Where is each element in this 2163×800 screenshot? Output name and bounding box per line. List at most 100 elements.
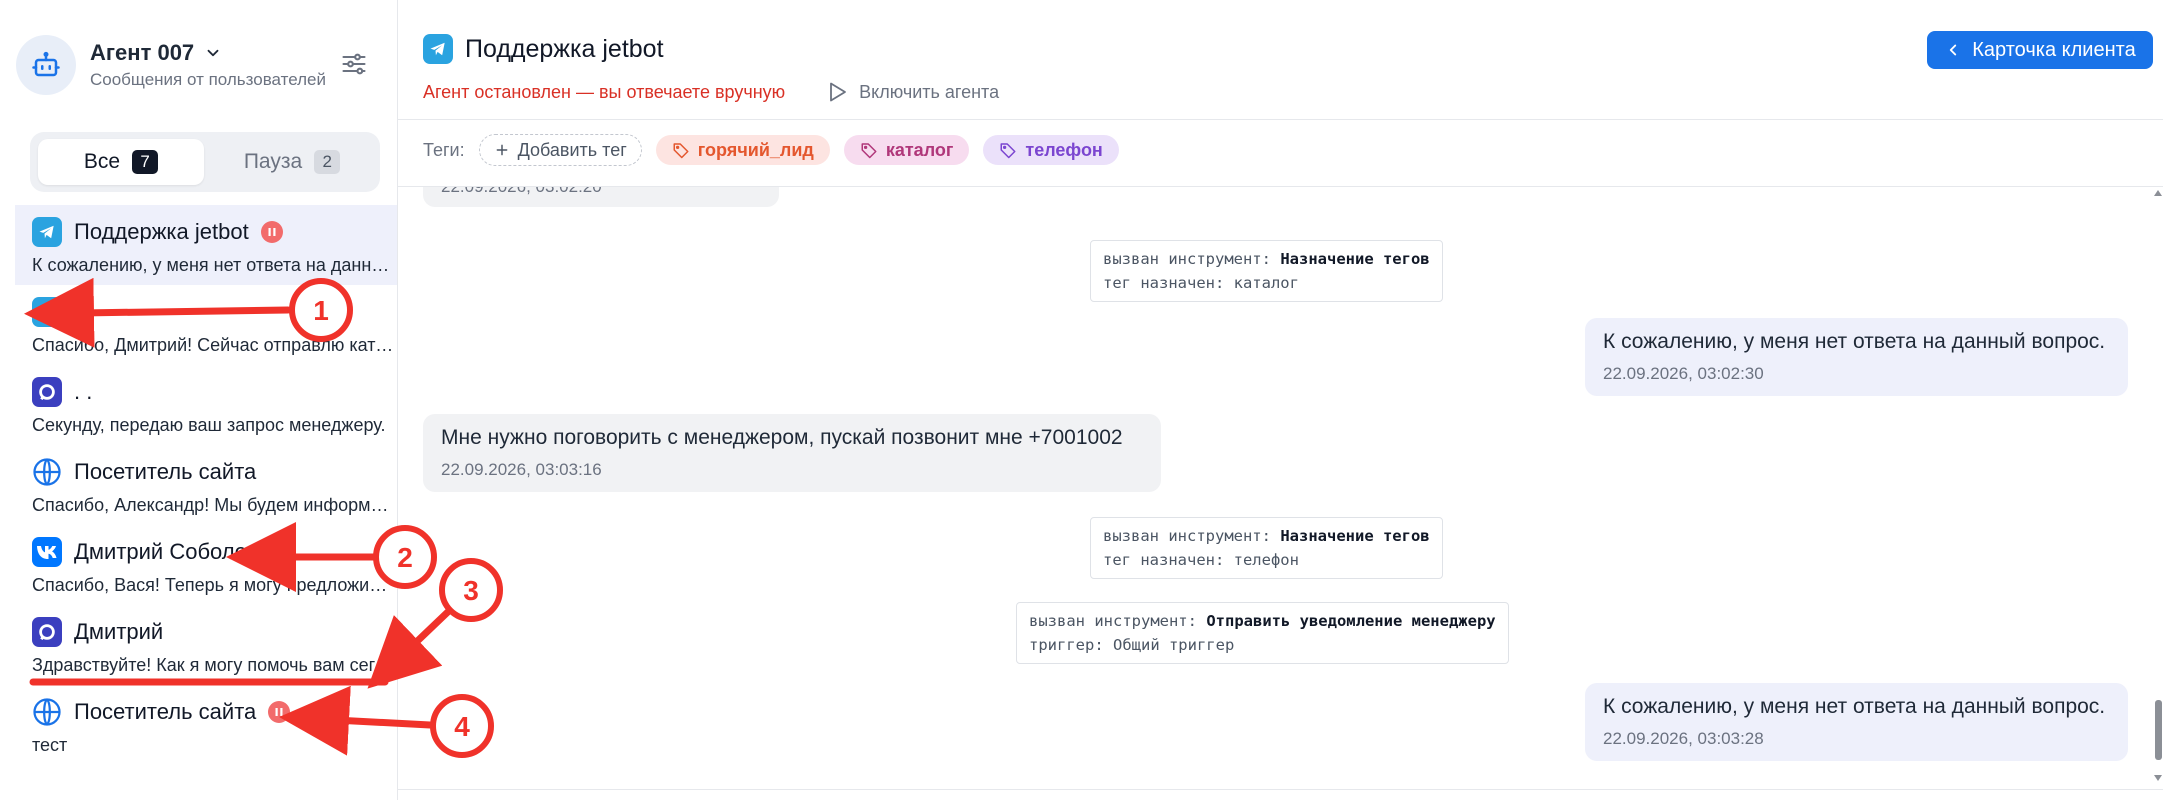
chat-name: Посетитель сайта [74,699,257,724]
scroll-down-icon[interactable] [2153,774,2163,782]
tab-pause-label: Пауза [243,150,303,173]
enable-agent-label: Включить агента [859,81,1000,102]
tag-icon [1000,143,1016,159]
tool-call-label: вызван инструмент: [1103,527,1271,545]
tab-pause[interactable]: Пауза 2 [210,139,374,185]
chat-list-item[interactable]: Дмитрий Здравствуйте! Как я могу помочь … [15,605,397,685]
tool-call-label: вызван инструмент: [1029,612,1197,630]
client-card-label: Карточка клиента [1972,38,2136,61]
agent-selector[interactable]: Агент 007 [90,40,222,66]
tool-call-card: вызван инструмент: Отправить уведомление… [1016,602,1509,664]
tag-icon [673,143,689,159]
chat-title-row: Поддержка jetbot [423,34,664,64]
chat-preview: Спасибо, Дмитрий! Сейчас отправлю катало… [32,335,394,355]
message-time: 22.09.2026, 03:02:30 [1603,364,1764,383]
tool-call-card: вызван инструмент: Назначение тегов тег … [1090,517,1443,579]
agent-stopped-status: Агент остановлен — вы отвечаете вручную [423,81,786,102]
tags-label: Теги: [423,139,465,160]
tool-call-label: вызван инструмент: [1103,250,1271,268]
tool-call-name: Назначение тегов [1280,250,1430,268]
globe-icon [32,457,62,487]
message-outgoing: К сожалению, у меня нет ответа на данный… [1585,683,2128,761]
message-time: 22.09.2026, 03:02:20 [441,187,761,197]
filter-settings-icon[interactable] [340,50,368,78]
chat-main: Поддержка jetbot Агент остановлен — вы о… [398,0,2163,800]
message-thread: 22.09.2026, 03:02:20 вызван инструмент: … [398,187,2163,790]
chat-list-item[interactable]: Посетитель сайта Спасибо, Александр! Мы … [15,445,397,525]
chevron-left-icon [1950,44,1957,56]
chat-preview: тест [32,735,68,755]
message-outgoing: К сожалению, у меня нет ответа на данный… [1585,318,2128,396]
tab-all-count: 7 [132,150,159,174]
agent-header: Агент 007 Сообщения от пользователей [16,34,386,98]
scroll-up-icon[interactable] [2153,189,2163,197]
tab-all-label: Все [83,150,121,173]
chat-name: Дмитрий [74,619,164,644]
telegram-icon [32,217,62,247]
chat-name: Дмитрий Соболев [74,539,259,564]
add-tag-label: Добавить тег [517,139,627,160]
paused-icon [268,701,291,723]
chat-list-item[interactable]: Спасибо, Дмитрий! Сейчас отправлю катало… [15,285,397,365]
telegram-icon [32,297,62,327]
tool-call-detail: триггер: Общий триггер [1029,636,1235,654]
tag-catalog[interactable]: каталог [843,135,970,165]
scrollbar-thumb[interactable] [2155,700,2162,760]
agent-avatar [16,35,76,95]
enable-agent-button[interactable]: Включить агента [825,80,999,104]
messenger-icon [32,617,62,647]
bottom-divider [398,789,2163,790]
message-time: 22.09.2026, 03:03:16 [441,460,602,479]
tool-call-name: Отправить уведомление менеджеру [1206,612,1496,630]
chat-list-item[interactable]: Дмитрий Соболев Спасибо, Вася! Теперь я … [15,525,397,605]
chat-name: Поддержка jetbot [74,219,249,244]
tool-call-detail: тег назначен: телефон [1103,551,1299,569]
chat-preview: К сожалению, у меня нет ответа на данный… [32,255,394,275]
tag-phone[interactable]: телефон [983,135,1119,165]
message-incoming: 22.09.2026, 03:02:20 [423,187,779,207]
agent-status-row: Агент остановлен — вы отвечаете вручную … [423,80,999,104]
chat-preview: Здравствуйте! Как я могу помочь вам сего… [32,655,394,675]
tags-row: Теги: Добавить тег горячий_лид каталог т… [423,134,1119,166]
chat-title: Поддержка jetbot [465,34,664,63]
tag-icon [861,143,877,159]
chat-sidebar: Агент 007 Сообщения от пользователей Все… [0,0,398,800]
agent-subtitle: Сообщения от пользователей [90,70,326,89]
chat-preview: Спасибо, Вася! Теперь я могу предложить … [32,575,394,595]
message-text: К сожалению, у меня нет ответа на данный… [1603,695,2106,718]
tool-call-card: вызван инструмент: Назначение тегов тег … [1090,240,1443,302]
tag-label: горячий_лид [697,139,814,160]
globe-icon [32,697,62,727]
chat-list-item[interactable]: . . Секунду, передаю ваш запрос менеджер… [15,365,397,445]
chevron-down-icon [207,49,219,57]
message-text: Мне нужно поговорить с менеджером, пуска… [441,426,1123,449]
tool-call-name: Назначение тегов [1280,527,1430,545]
tag-label: телефон [1025,139,1103,160]
message-time: 22.09.2026, 03:03:28 [1603,729,1764,748]
vk-icon [32,537,62,567]
add-tag-button[interactable]: Добавить тег [478,134,642,166]
chat-list: Поддержка jetbot К сожалению, у меня нет… [15,205,397,765]
play-icon [830,82,847,102]
chat-preview: Секунду, передаю ваш запрос менеджеру. [32,415,386,435]
plus-icon [496,144,508,156]
chat-preview: Спасибо, Александр! Мы будем информирова… [32,495,394,515]
client-card-button[interactable]: Карточка клиента [1927,31,2153,69]
message-text: К сожалению, у меня нет ответа на данный… [1603,330,2106,353]
header-divider [398,119,2163,120]
tag-label: каталог [885,139,954,160]
tool-call-detail: тег назначен: каталог [1103,274,1299,292]
paused-icon [260,221,283,243]
message-incoming: Мне нужно поговорить с менеджером, пуска… [423,414,1161,492]
tab-all[interactable]: Все 7 [38,139,204,185]
chat-list-item[interactable]: Поддержка jetbot К сожалению, у меня нет… [15,205,397,285]
chat-name: . . [74,379,93,404]
tab-pause-count: 2 [314,150,341,174]
telegram-icon [423,34,453,64]
messenger-icon [32,377,62,407]
agent-name: Агент 007 [90,40,195,65]
tag-hot-lead[interactable]: горячий_лид [655,135,830,165]
robot-icon [32,51,60,77]
chat-name: Посетитель сайта [74,459,257,484]
chat-list-item[interactable]: Посетитель сайта тест [15,685,397,765]
